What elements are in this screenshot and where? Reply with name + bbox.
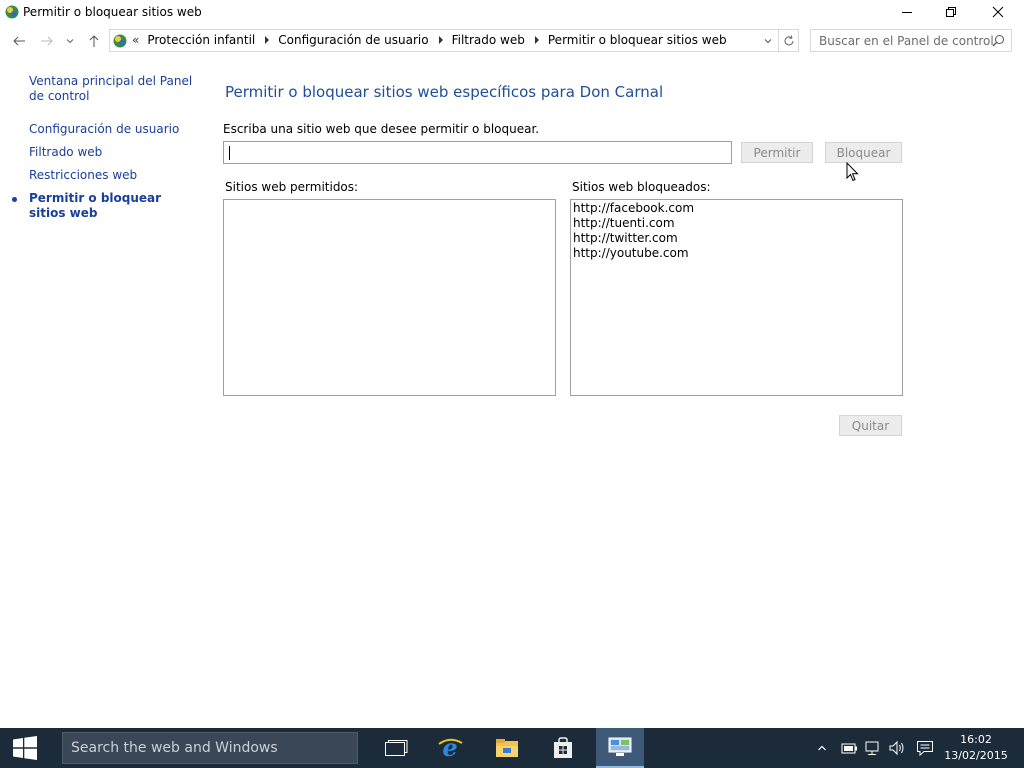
nav-web-filtering[interactable]: Filtrado web	[29, 145, 204, 160]
windows-start-icon	[13, 736, 37, 760]
network-icon	[865, 741, 879, 755]
forward-arrow-icon	[41, 36, 53, 46]
taskbar-search-placeholder: Search the web and Windows	[71, 740, 278, 756]
volume-icon	[889, 740, 904, 756]
nav-web-restrictions[interactable]: Restricciones web	[29, 168, 204, 183]
taskbar-store-button[interactable]	[539, 728, 587, 768]
blocked-site-item[interactable]: http://youtube.com	[571, 246, 902, 261]
nav-allow-block-sites[interactable]: Permitir o bloquear sitios web	[29, 191, 189, 221]
edge-icon: e	[438, 735, 463, 761]
recent-locations-button[interactable]	[61, 28, 79, 54]
address-dropdown-button[interactable]	[758, 30, 778, 51]
taskbar-edge-button[interactable]: e	[426, 728, 474, 768]
search-box[interactable]: Buscar en el Panel de control	[810, 29, 1012, 52]
blocked-site-item[interactable]: http://twitter.com	[571, 231, 902, 246]
refresh-button[interactable]	[778, 30, 799, 51]
minimize-icon	[902, 12, 912, 13]
breadcrumb-overflow[interactable]: «	[132, 33, 139, 47]
breadcrumb-item[interactable]: Filtrado web	[452, 33, 525, 47]
nav-user-settings[interactable]: Configuración de usuario	[29, 122, 204, 137]
allowed-sites-list[interactable]	[223, 199, 556, 396]
task-view-button[interactable]	[372, 728, 420, 768]
taskbar: Search the web and Windows e 16:02 13/02…	[0, 728, 1024, 768]
store-icon	[554, 737, 572, 758]
maximize-button[interactable]	[928, 0, 974, 24]
up-button[interactable]	[83, 28, 105, 54]
breadcrumb-separator-icon[interactable]	[438, 36, 443, 44]
site-input-label: Escriba una sitio web que desee permitir…	[223, 122, 540, 136]
search-icon[interactable]	[992, 34, 1005, 50]
forward-button[interactable]	[36, 28, 58, 54]
taskbar-clock[interactable]: 16:02 13/02/2015	[944, 732, 1008, 764]
tray-overflow-button[interactable]	[814, 728, 830, 768]
recent-dropdown-icon	[66, 39, 74, 44]
breadcrumb-item[interactable]: Configuración de usuario	[278, 33, 428, 47]
control-panel-icon	[112, 33, 128, 49]
window-title: Permitir o bloquear sitios web	[23, 5, 202, 19]
breadcrumb-item[interactable]: Permitir o bloquear sitios web	[548, 33, 727, 47]
remove-button[interactable]: Quitar	[839, 415, 902, 436]
permit-button[interactable]: Permitir	[741, 142, 813, 163]
notification-icon	[917, 741, 933, 756]
taskbar-file-explorer-button[interactable]	[483, 728, 531, 768]
action-center-button[interactable]	[914, 728, 936, 768]
network-control-icon	[608, 737, 632, 756]
tray-volume-button[interactable]	[886, 728, 908, 768]
chevron-down-icon	[764, 38, 772, 43]
maximize-icon	[946, 7, 956, 17]
minimize-button[interactable]	[884, 0, 930, 24]
taskbar-network-control-button[interactable]	[596, 728, 644, 768]
task-view-icon	[385, 740, 408, 756]
block-button[interactable]: Bloquear	[825, 142, 902, 163]
tray-chevron-icon	[818, 745, 826, 751]
search-placeholder: Buscar en el Panel de control	[819, 34, 994, 48]
clock-time: 16:02	[960, 733, 992, 746]
breadcrumb-separator-icon[interactable]	[534, 36, 539, 44]
tray-network-button[interactable]	[862, 728, 884, 768]
blocked-site-item[interactable]: http://facebook.com	[571, 201, 902, 216]
control-panel-icon	[4, 4, 20, 20]
up-arrow-icon	[89, 35, 99, 47]
close-icon	[992, 6, 1004, 18]
tray-power-button[interactable]	[838, 728, 860, 768]
address-bar[interactable]: « Protección infantil Configuración de u…	[109, 29, 799, 52]
allowed-sites-label: Sitios web permitidos:	[225, 180, 359, 194]
text-caret	[229, 146, 230, 160]
blocked-site-item[interactable]: http://tuenti.com	[571, 216, 902, 231]
blocked-sites-list[interactable]: http://facebook.com http://tuenti.com ht…	[570, 199, 903, 396]
start-button[interactable]	[0, 728, 50, 768]
back-arrow-icon	[13, 36, 25, 46]
close-button[interactable]	[975, 0, 1021, 24]
taskbar-search-box[interactable]: Search the web and Windows	[62, 732, 358, 764]
clock-date: 13/02/2015	[944, 749, 1008, 762]
site-url-input[interactable]	[223, 141, 732, 164]
breadcrumb-separator-icon[interactable]	[265, 36, 270, 44]
current-page-bullet	[12, 197, 17, 202]
file-explorer-icon	[496, 739, 518, 757]
mouse-cursor-icon	[846, 161, 859, 185]
blocked-sites-label: Sitios web bloqueados:	[572, 180, 711, 194]
page-title: Permitir o bloquear sitios web específic…	[225, 83, 664, 101]
title-bar: Permitir o bloquear sitios web	[0, 0, 1024, 24]
breadcrumb: « Protección infantil Configuración de u…	[132, 33, 727, 47]
battery-icon	[841, 743, 857, 754]
back-button[interactable]	[8, 28, 30, 54]
breadcrumb-item[interactable]: Protección infantil	[147, 33, 255, 47]
refresh-icon	[784, 34, 794, 45]
nav-control-panel-home[interactable]: Ventana principal del Panel de control	[29, 74, 204, 104]
